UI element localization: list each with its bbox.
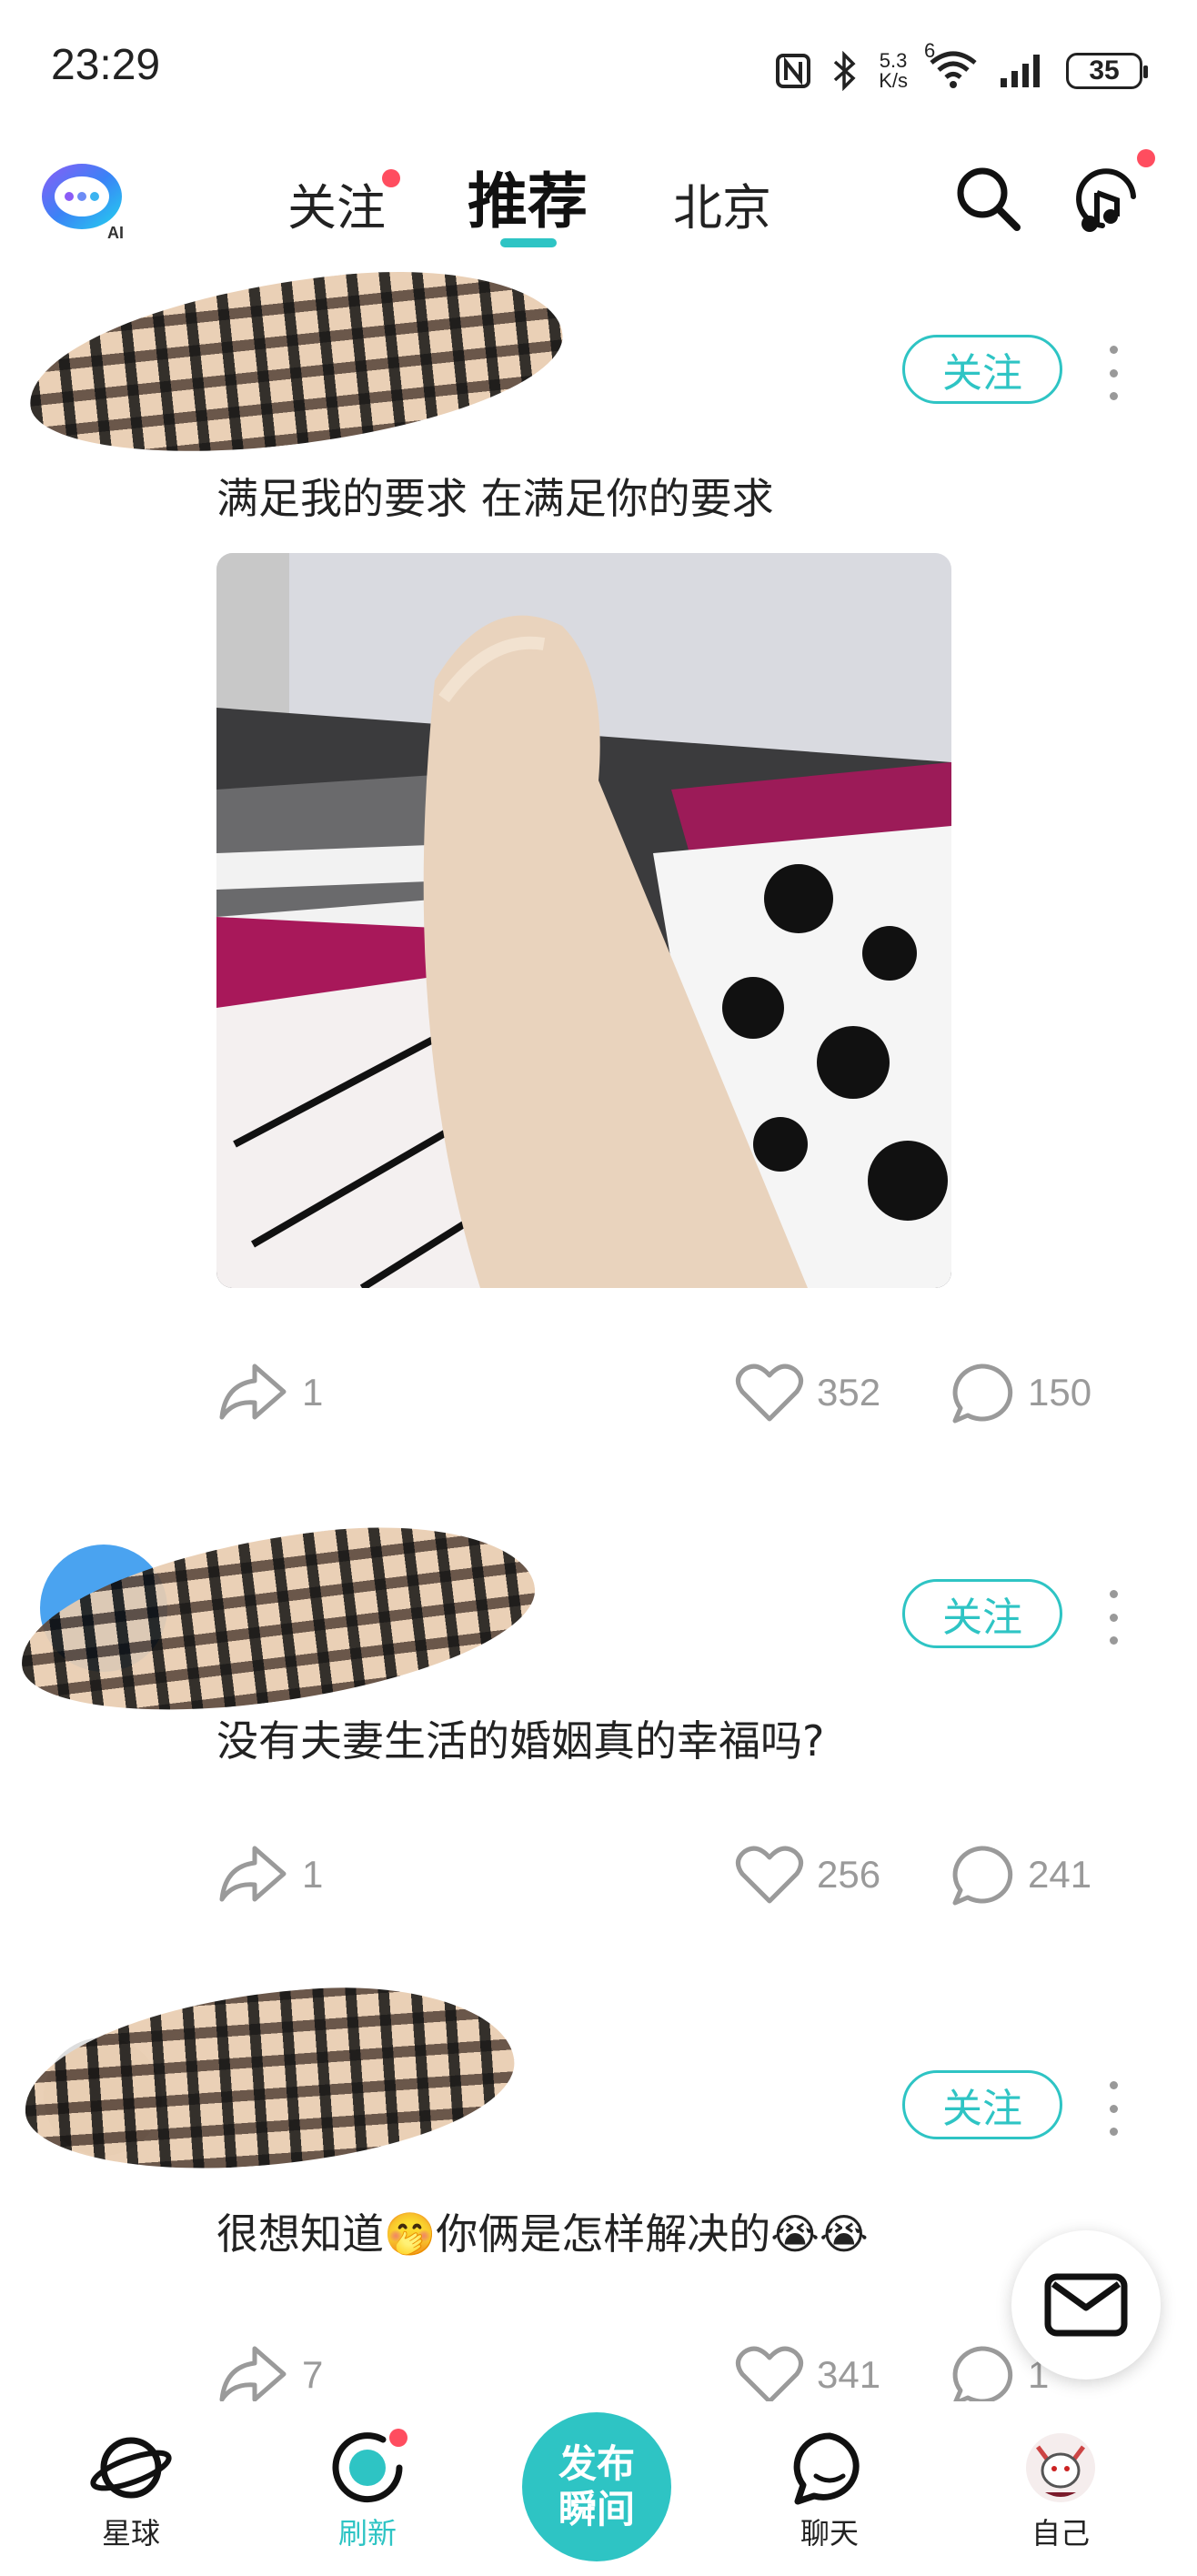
share-icon xyxy=(219,1846,287,1902)
tab-recommend-label: 推荐 xyxy=(468,166,588,236)
like-count: 341 xyxy=(817,2353,881,2396)
comment-icon xyxy=(952,1846,1013,1906)
comment-count: 241 xyxy=(1028,1853,1092,1896)
app-logo-icon xyxy=(42,164,122,229)
heart-icon xyxy=(736,1846,803,1904)
cellular-signal-icon xyxy=(1001,55,1040,87)
tab-follow-notification-dot xyxy=(382,169,400,187)
share-action[interactable]: 1 xyxy=(216,1361,323,1424)
tab-active-indicator xyxy=(500,238,557,247)
more-options-icon[interactable] xyxy=(1104,2081,1122,2136)
emoji-giggle: 🤭 xyxy=(384,2209,437,2259)
battery-indicator: 35 xyxy=(1066,53,1148,89)
post-card: 关注 满足我的要求 在满足你的要求 1 352 150 xyxy=(0,252,1197,1474)
nav-item-chat[interactable]: 聊天 xyxy=(775,2429,884,2565)
comment-action[interactable]: 241 xyxy=(948,1843,1091,1907)
nav-item-planet[interactable]: 星球 xyxy=(76,2429,186,2565)
post-text-part: 很想知道 xyxy=(216,2209,384,2259)
status-icons: 5.3 K/s 6 35 xyxy=(775,39,1148,98)
envelope-icon xyxy=(1044,2273,1128,2337)
post-text-part: 你俩是怎样解决的 xyxy=(436,2209,771,2259)
comment-icon xyxy=(952,1363,1013,1424)
tab-recommend[interactable]: 推荐 xyxy=(468,153,588,240)
heart-icon xyxy=(736,2346,803,2404)
nav-item-chat-label: 聊天 xyxy=(800,2516,859,2551)
network-speed-unit: K/s xyxy=(879,69,908,92)
redacted-author-info xyxy=(10,1505,545,1733)
like-count: 256 xyxy=(817,1853,881,1896)
search-button[interactable] xyxy=(951,162,1024,235)
share-action[interactable]: 7 xyxy=(216,2343,323,2407)
post-card: 关注 没有夫妻生活的婚姻真的幸福吗? 1 256 241 xyxy=(0,1505,1197,1937)
music-note-icon xyxy=(1076,168,1136,232)
planet-icon xyxy=(90,2437,172,2499)
redacted-author-info xyxy=(18,1975,520,2182)
wifi-generation-label: 6 xyxy=(924,39,936,62)
heart-icon xyxy=(736,1363,803,1422)
share-count: 7 xyxy=(302,2353,324,2396)
refresh-notification-dot xyxy=(389,2429,407,2447)
post-photo[interactable] xyxy=(216,553,951,1288)
tab-follow[interactable]: 关注 xyxy=(287,167,386,239)
share-icon xyxy=(219,1363,287,1420)
tab-beijing[interactable]: 北京 xyxy=(673,167,771,239)
like-count: 352 xyxy=(817,1371,881,1414)
nav-item-planet-label: 星球 xyxy=(101,2516,160,2551)
publish-label-line2: 瞬间 xyxy=(558,2487,635,2531)
voice-room-notification-dot xyxy=(1137,149,1155,167)
ai-badge: AI xyxy=(107,224,124,242)
post-photo-image xyxy=(216,553,951,1288)
comment-icon xyxy=(952,2346,1013,2406)
bluetooth-icon xyxy=(834,51,856,91)
status-time: 23:29 xyxy=(51,41,161,89)
wifi-icon xyxy=(930,51,977,88)
tab-follow-label: 关注 xyxy=(287,179,386,236)
follow-button[interactable]: 关注 xyxy=(902,1579,1062,1648)
nav-item-me[interactable]: 自己 xyxy=(1006,2429,1115,2565)
publish-label-line1: 发布 xyxy=(558,2441,635,2486)
follow-button[interactable]: 关注 xyxy=(902,335,1062,404)
network-speed-value: 5.3 xyxy=(879,49,908,72)
message-fab-button[interactable] xyxy=(1011,2230,1161,2380)
share-count: 1 xyxy=(302,1853,324,1896)
like-action[interactable]: 256 xyxy=(735,1843,880,1907)
share-count: 1 xyxy=(302,1371,324,1414)
like-action[interactable]: 341 xyxy=(735,2343,880,2407)
post-card: 关注 很想知道🤭你俩是怎样解决的😭😭 7 341 1 xyxy=(0,1975,1197,2410)
nfc-icon xyxy=(776,54,811,88)
post-text: 满足我的要求 在满足你的要求 xyxy=(216,474,774,523)
publish-moment-button[interactable]: 发布 瞬间 xyxy=(522,2412,671,2561)
app-logo[interactable]: AI xyxy=(36,160,127,242)
nav-item-me-label: 自己 xyxy=(1031,2516,1090,2551)
avatar-icon xyxy=(1026,2433,1095,2502)
tab-beijing-label: 北京 xyxy=(673,179,771,236)
network-speed: 5.3 K/s xyxy=(879,51,908,91)
nav-item-refresh[interactable]: 刷新 xyxy=(313,2429,422,2565)
follow-button[interactable]: 关注 xyxy=(902,2070,1062,2139)
share-icon xyxy=(219,2346,287,2402)
post-text: 没有夫妻生活的婚姻真的幸福吗? xyxy=(216,1716,825,1766)
share-action[interactable]: 1 xyxy=(216,1843,323,1907)
emoji-crying: 😭😭 xyxy=(770,2209,869,2259)
post-text: 很想知道🤭你俩是怎样解决的😭😭 xyxy=(216,2201,869,2261)
comment-count: 150 xyxy=(1028,1371,1092,1414)
more-options-icon[interactable] xyxy=(1104,346,1122,400)
redacted-author-info xyxy=(20,252,571,472)
chat-icon xyxy=(793,2432,860,2505)
wifi-indicator: 6 xyxy=(924,39,979,92)
voice-room-button[interactable] xyxy=(1070,160,1148,238)
search-icon xyxy=(957,167,1021,231)
nav-item-refresh-label: 刷新 xyxy=(337,2516,397,2551)
comment-action[interactable]: 150 xyxy=(948,1361,1091,1424)
like-action[interactable]: 352 xyxy=(735,1361,880,1424)
more-options-icon[interactable] xyxy=(1104,1590,1122,1645)
